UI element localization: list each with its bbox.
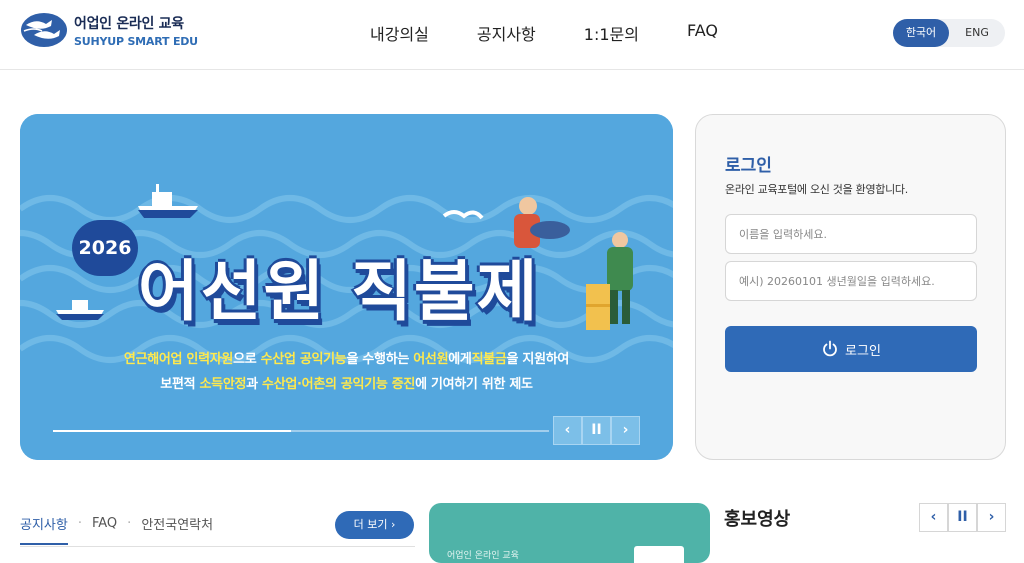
banner-description-line2: 보편적 소득안정과 수산업·어촌의 공익기능 증진에 기여하기 위한 제도 (160, 377, 533, 392)
login-button-label: 로그인 (845, 343, 881, 359)
main-banner[interactable]: 2026 어선원 직불제 연근해어업 인력자원으로 수산업 공익기능을 수행하는… (20, 114, 673, 460)
tab-separator: · (77, 516, 82, 531)
login-title: 로그인 (725, 156, 772, 176)
nav-notice[interactable]: 공지사항 (477, 21, 536, 45)
book-icon (634, 546, 684, 563)
promo-video-title: 홍보영상 (724, 509, 791, 530)
brand-name-en: SUHYUP SMART EDU (74, 34, 198, 48)
tab-separator: · (127, 516, 132, 531)
lang-korean-button[interactable]: 한국어 (893, 19, 949, 47)
tab-safety-contacts[interactable]: 안전국연락처 (141, 514, 213, 545)
video-prev-button[interactable]: ‹ (919, 503, 948, 532)
power-icon (823, 340, 837, 357)
lang-english-button[interactable]: ENG (949, 19, 1005, 47)
fish-logo-icon (21, 13, 67, 47)
video-next-button[interactable]: › (977, 503, 1006, 532)
more-button[interactable]: 더 보기 › (335, 511, 414, 539)
nav-faq[interactable]: FAQ (687, 21, 718, 45)
banner-next-button[interactable]: › (611, 416, 640, 445)
promo-card-caption: 어업인 온라인 교육 (447, 551, 519, 561)
banner-headline: 어선원 직불제 (138, 253, 540, 330)
banner-prev-button[interactable]: ‹ (553, 416, 582, 445)
language-switch: 한국어 ENG (893, 19, 1005, 47)
year-badge: 2026 (72, 220, 138, 276)
birthdate-input[interactable] (725, 261, 977, 301)
tab-notice[interactable]: 공지사항 (20, 514, 68, 545)
site-logo[interactable]: 어업인 온라인 교육 SUHYUP SMART EDU (20, 12, 198, 48)
login-subtitle: 온라인 교육포털에 오신 것을 환영합니다. (725, 183, 908, 196)
promo-card[interactable]: 어업인 온라인 교육 (429, 503, 710, 563)
nav-inquiry[interactable]: 1:1문의 (584, 21, 639, 45)
site-header: 어업인 온라인 교육 SUHYUP SMART EDU 내강의실 공지사항 1:… (0, 0, 1024, 70)
banner-description-line1: 연근해어업 인력자원으로 수산업 공익기능을 수행하는 어선원에게직불금을 지원… (123, 352, 570, 367)
video-controls: ‹ II › (919, 503, 1006, 532)
video-pause-button[interactable]: II (948, 503, 977, 532)
tab-faq[interactable]: FAQ (92, 516, 117, 543)
login-button[interactable]: 로그인 (725, 326, 977, 372)
tab-divider (20, 546, 415, 547)
banner-progress-fill (53, 430, 292, 432)
nav-my-classroom[interactable]: 내강의실 (370, 21, 429, 45)
banner-progress-bar (53, 430, 549, 432)
login-panel: 로그인 온라인 교육포털에 오신 것을 환영합니다. 로그인 (695, 114, 1006, 460)
banner-controls: ‹ II › (553, 416, 640, 445)
banner-pause-button[interactable]: II (582, 416, 611, 445)
main-nav: 내강의실 공지사항 1:1문의 FAQ (370, 21, 766, 45)
name-input[interactable] (725, 214, 977, 254)
brand-name-kr: 어업인 온라인 교육 (74, 15, 184, 32)
notice-tabs: 공지사항 · FAQ · 안전국연락처 (20, 514, 213, 545)
